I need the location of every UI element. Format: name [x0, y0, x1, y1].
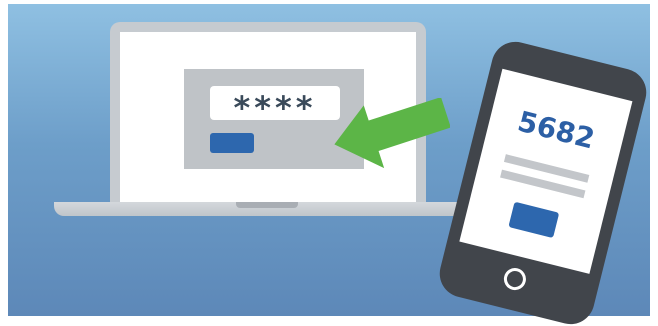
laptop-base	[54, 202, 480, 216]
laptop-notch	[236, 202, 298, 208]
arrow-left-icon	[334, 98, 450, 169]
password-field[interactable]: ****	[210, 86, 340, 120]
confirm-button[interactable]	[508, 201, 560, 239]
login-button[interactable]	[210, 133, 254, 153]
arrow-shape	[334, 98, 450, 169]
illustration: **** 5682	[0, 0, 658, 326]
verification-code: 5682	[514, 104, 598, 156]
